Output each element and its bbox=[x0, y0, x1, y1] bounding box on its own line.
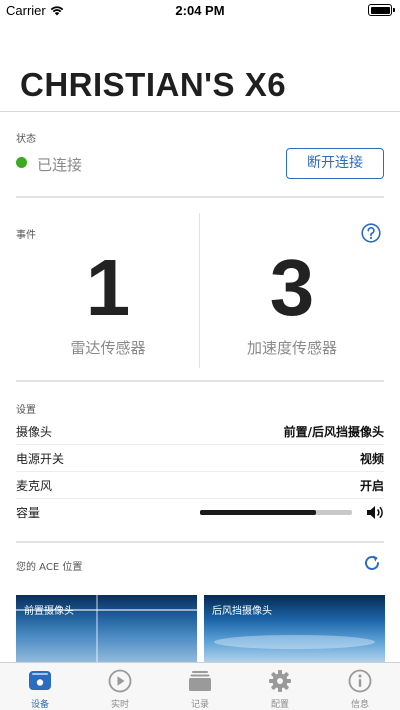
question-circle-icon[interactable] bbox=[361, 223, 381, 243]
connection-status-text: 已连接 bbox=[37, 156, 83, 174]
speaker-icon bbox=[367, 506, 383, 519]
tab-device[interactable]: 设备 bbox=[0, 663, 80, 710]
section-divider bbox=[16, 380, 384, 382]
battery-icon bbox=[368, 4, 395, 16]
tab-records[interactable]: 记录 bbox=[160, 663, 240, 710]
setting-name: 容量 bbox=[16, 506, 41, 520]
tab-live[interactable]: 实时 bbox=[80, 663, 160, 710]
gear-icon bbox=[269, 670, 291, 692]
device-icon bbox=[29, 671, 51, 690]
records-icon bbox=[189, 671, 211, 691]
position-section-label: 您的 ACE 位置 bbox=[16, 562, 83, 573]
tab-label: 实时 bbox=[110, 700, 129, 710]
tab-bar: 设备 实时 记录 配置 信息 bbox=[0, 662, 400, 710]
setting-row-microphone[interactable]: 麦克风 开启 bbox=[16, 472, 384, 499]
tab-label: 信息 bbox=[350, 700, 369, 710]
connection-status-dot bbox=[16, 157, 27, 168]
rear-camera-thumbnail[interactable]: 后风挡摄像头 bbox=[204, 595, 385, 665]
setting-row-volume: 容量 bbox=[16, 499, 384, 526]
setting-row-camera[interactable]: 摄像头 前置/后风挡摄像头 bbox=[16, 418, 384, 445]
tab-label: 记录 bbox=[190, 700, 209, 710]
front-camera-label: 前置摄像头 bbox=[24, 606, 74, 617]
settings-section-label: 设置 bbox=[16, 405, 36, 416]
tab-config[interactable]: 配置 bbox=[240, 663, 320, 710]
events-section-label: 事件 bbox=[16, 230, 36, 241]
clock: 2:04 PM bbox=[175, 3, 225, 18]
device-title: CHRISTIAN'S X6 bbox=[20, 66, 287, 103]
setting-value: 开启 bbox=[359, 479, 384, 493]
section-divider bbox=[16, 541, 384, 543]
title-divider bbox=[0, 111, 400, 112]
rear-camera-label: 后风挡摄像头 bbox=[212, 606, 272, 617]
status-section-label: 状态 bbox=[16, 134, 36, 145]
accelerometer-sensor-label: 加速度传感器 bbox=[246, 339, 337, 357]
refresh-icon[interactable] bbox=[363, 554, 381, 572]
tab-info[interactable]: 信息 bbox=[320, 663, 400, 710]
setting-value: 视频 bbox=[359, 452, 384, 466]
setting-row-power-switch[interactable]: 电源开关 视频 bbox=[16, 445, 384, 472]
section-divider bbox=[16, 196, 384, 198]
setting-name: 摄像头 bbox=[16, 425, 53, 439]
volume-slider[interactable] bbox=[200, 510, 352, 515]
accelerometer-event-count: 3 bbox=[269, 243, 315, 332]
setting-name: 麦克风 bbox=[16, 479, 53, 493]
radar-sensor-label: 雷达传感器 bbox=[70, 339, 146, 357]
status-bar: Carrier 2:04 PM bbox=[0, 0, 400, 22]
setting-name: 电源开关 bbox=[16, 452, 65, 466]
info-icon bbox=[348, 669, 372, 693]
tab-label: 设备 bbox=[30, 700, 49, 710]
radar-event-count: 1 bbox=[85, 243, 131, 332]
setting-value: 前置/后风挡摄像头 bbox=[283, 425, 384, 439]
volume-slider-fill bbox=[200, 510, 316, 515]
tab-label: 配置 bbox=[270, 700, 289, 710]
disconnect-button[interactable]: 断开连接 bbox=[286, 148, 384, 179]
front-camera-thumbnail[interactable]: 前置摄像头 bbox=[16, 595, 197, 665]
play-icon bbox=[108, 669, 132, 693]
